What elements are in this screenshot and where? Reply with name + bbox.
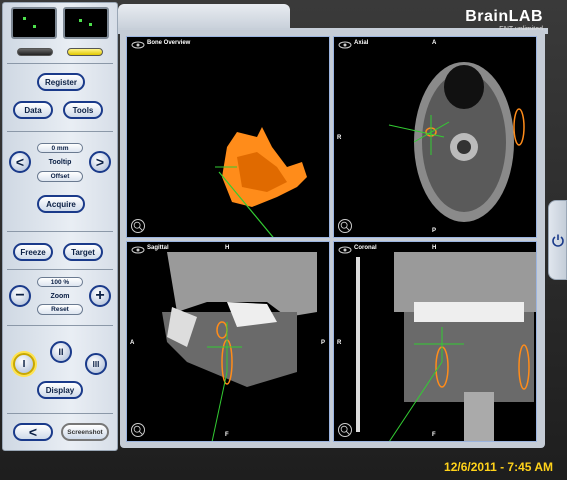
tooltip-value: 0 mm (37, 143, 83, 153)
divider (7, 325, 113, 326)
control-panel: Register Data Tools < 0 mm Tooltip Offse… (2, 2, 118, 451)
zoom-out-button[interactable]: − (9, 285, 31, 307)
thumbnail-1[interactable] (11, 7, 57, 39)
screenshot-button[interactable]: Screenshot (61, 423, 109, 441)
viewport-axial[interactable]: Axial A R P (333, 36, 537, 238)
zoom-in-button[interactable]: + (89, 285, 111, 307)
indicator-pill-dark (17, 48, 53, 56)
indicator-pill-yellow (67, 48, 103, 56)
divider (7, 231, 113, 232)
tooltip-next-button[interactable]: > (89, 151, 111, 173)
tools-button[interactable]: Tools (63, 101, 103, 119)
divider (7, 131, 113, 132)
datetime-display: 12/6/2011 - 7:45 AM (444, 460, 553, 474)
zoom-label: Zoom (50, 293, 70, 300)
layout-1-button[interactable]: I (13, 353, 35, 375)
divider (7, 413, 113, 414)
divider (7, 269, 113, 270)
divider (7, 63, 113, 64)
data-button[interactable]: Data (13, 101, 53, 119)
thumbnail-2[interactable] (63, 7, 109, 39)
power-button[interactable] (548, 200, 567, 280)
brand-name: BrainLAB (465, 8, 543, 25)
offset-button[interactable]: Offset (37, 171, 83, 182)
layout-2-button[interactable]: II (50, 341, 72, 363)
display-button[interactable]: Display (37, 381, 83, 399)
header-tab (118, 4, 290, 30)
viewport-frame: Bone Overview Axial A R P Sagittal H A P… (120, 30, 545, 448)
bone-3d-render (215, 127, 307, 237)
zoom-icon[interactable] (131, 423, 145, 437)
zoom-value: 100 % (37, 277, 83, 287)
register-button[interactable]: Register (37, 73, 85, 91)
tooltip-label: Tooltip (48, 159, 72, 166)
viewport-coronal[interactable]: Coronal H R F (333, 241, 537, 442)
back-button[interactable]: < (13, 423, 53, 441)
sagittal-scan (162, 252, 317, 441)
zoom-icon[interactable] (338, 423, 352, 437)
target-button[interactable]: Target (63, 243, 103, 261)
zoom-icon[interactable] (338, 219, 352, 233)
layout-3-button[interactable]: III (85, 353, 107, 375)
zoom-icon[interactable] (131, 219, 145, 233)
navigation-app: Register Data Tools < 0 mm Tooltip Offse… (0, 0, 567, 480)
acquire-button[interactable]: Acquire (37, 195, 85, 213)
power-icon (551, 234, 564, 247)
coronal-scan (356, 252, 536, 441)
zoom-reset-button[interactable]: Reset (37, 304, 83, 315)
viewport-sagittal[interactable]: Sagittal H A P F (126, 241, 330, 442)
tooltip-prev-button[interactable]: < (9, 151, 31, 173)
viewport-bone-overview[interactable]: Bone Overview (126, 36, 330, 238)
freeze-button[interactable]: Freeze (13, 243, 53, 261)
axial-scan (388, 62, 525, 222)
